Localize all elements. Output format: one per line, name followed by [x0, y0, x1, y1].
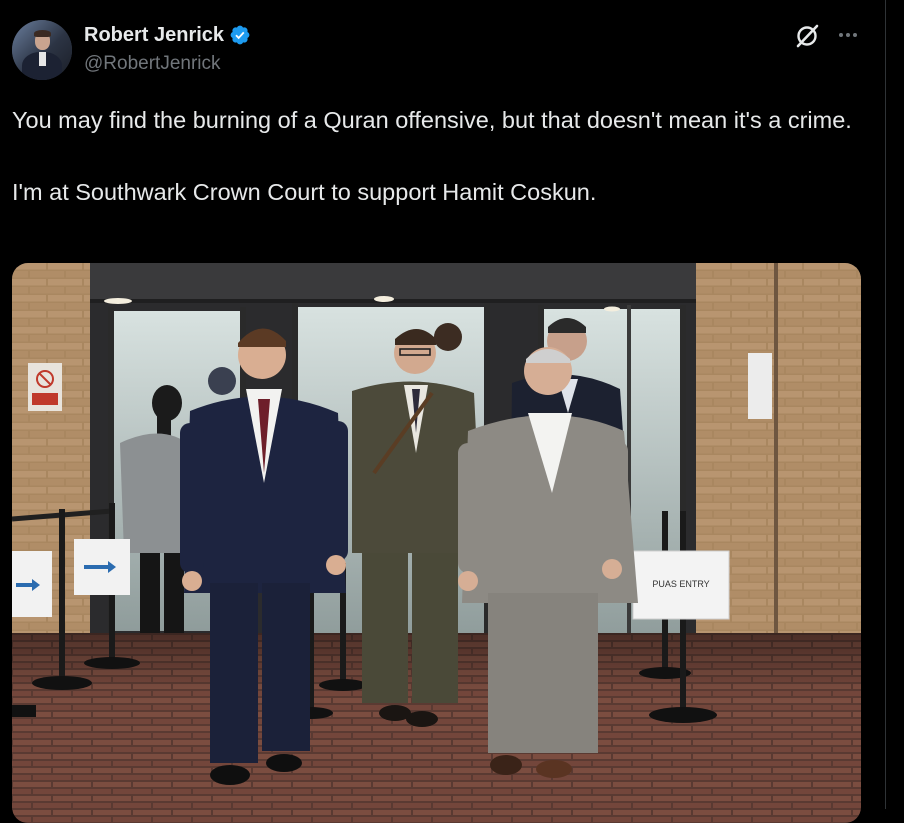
tweet-paragraph: You may find the burning of a Quran offe… [12, 107, 852, 133]
court-entrance-illustration: PUAS ENTRY [12, 263, 861, 823]
tweet-paragraph: I'm at Southwark Crown Court to support … [12, 179, 597, 205]
tweet-photo[interactable]: PUAS ENTRY [12, 263, 861, 823]
column-divider [885, 0, 886, 809]
author-handle[interactable]: @RobertJenrick [84, 53, 221, 75]
verified-badge-icon [229, 24, 251, 46]
entry-sign-text: PUAS ENTRY [652, 579, 709, 589]
grok-icon[interactable] [793, 22, 821, 50]
avatar[interactable] [12, 20, 72, 80]
author-name-row[interactable]: Robert Jenrick [84, 22, 251, 48]
author-display-name[interactable]: Robert Jenrick [84, 24, 224, 47]
more-options-icon[interactable] [835, 22, 861, 48]
tweet-text: You may find the burning of a Quran offe… [12, 102, 872, 210]
